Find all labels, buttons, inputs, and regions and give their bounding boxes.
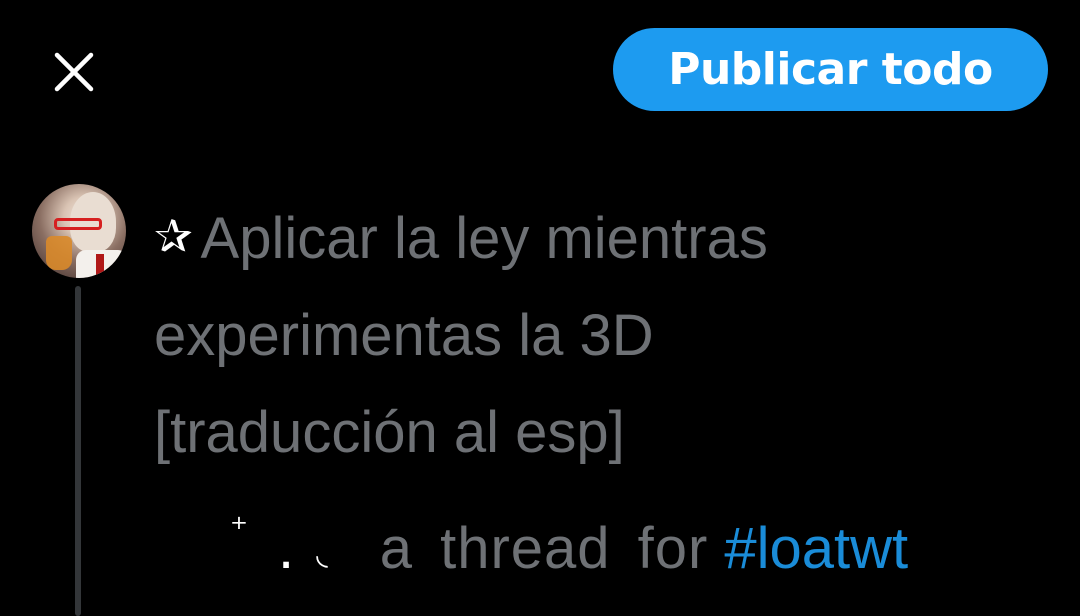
post-line-4: ⁺. ◟ a thread for #loatwt xyxy=(154,481,1064,603)
avatar[interactable] xyxy=(32,184,126,278)
sparkle-plus-icon: ⁺ xyxy=(230,510,248,548)
hashtag-link[interactable]: #loatwt xyxy=(724,516,908,581)
close-button[interactable] xyxy=(48,46,100,98)
close-icon xyxy=(54,52,94,92)
publish-all-button[interactable]: Publicar todo xyxy=(613,28,1048,111)
thread-label: a thread for xyxy=(379,516,709,581)
dot-icon: . xyxy=(277,516,295,581)
post-textarea[interactable]: ✰ Aplicar la ley mientras experimentas la… xyxy=(154,188,1064,603)
compose-header: Publicar todo xyxy=(0,0,1080,140)
star-icon: ✰ xyxy=(154,210,193,262)
post-line-3: [traducción al esp] xyxy=(154,400,625,465)
post-line-1: ✰ Aplicar la ley mientras xyxy=(154,188,1064,287)
thread-connector-line xyxy=(75,286,81,616)
post-line-2: experimentas la 3D xyxy=(154,303,654,368)
post-line-1-text: Aplicar la ley mientras xyxy=(200,206,768,271)
crescent-icon: ◟ xyxy=(316,538,328,571)
